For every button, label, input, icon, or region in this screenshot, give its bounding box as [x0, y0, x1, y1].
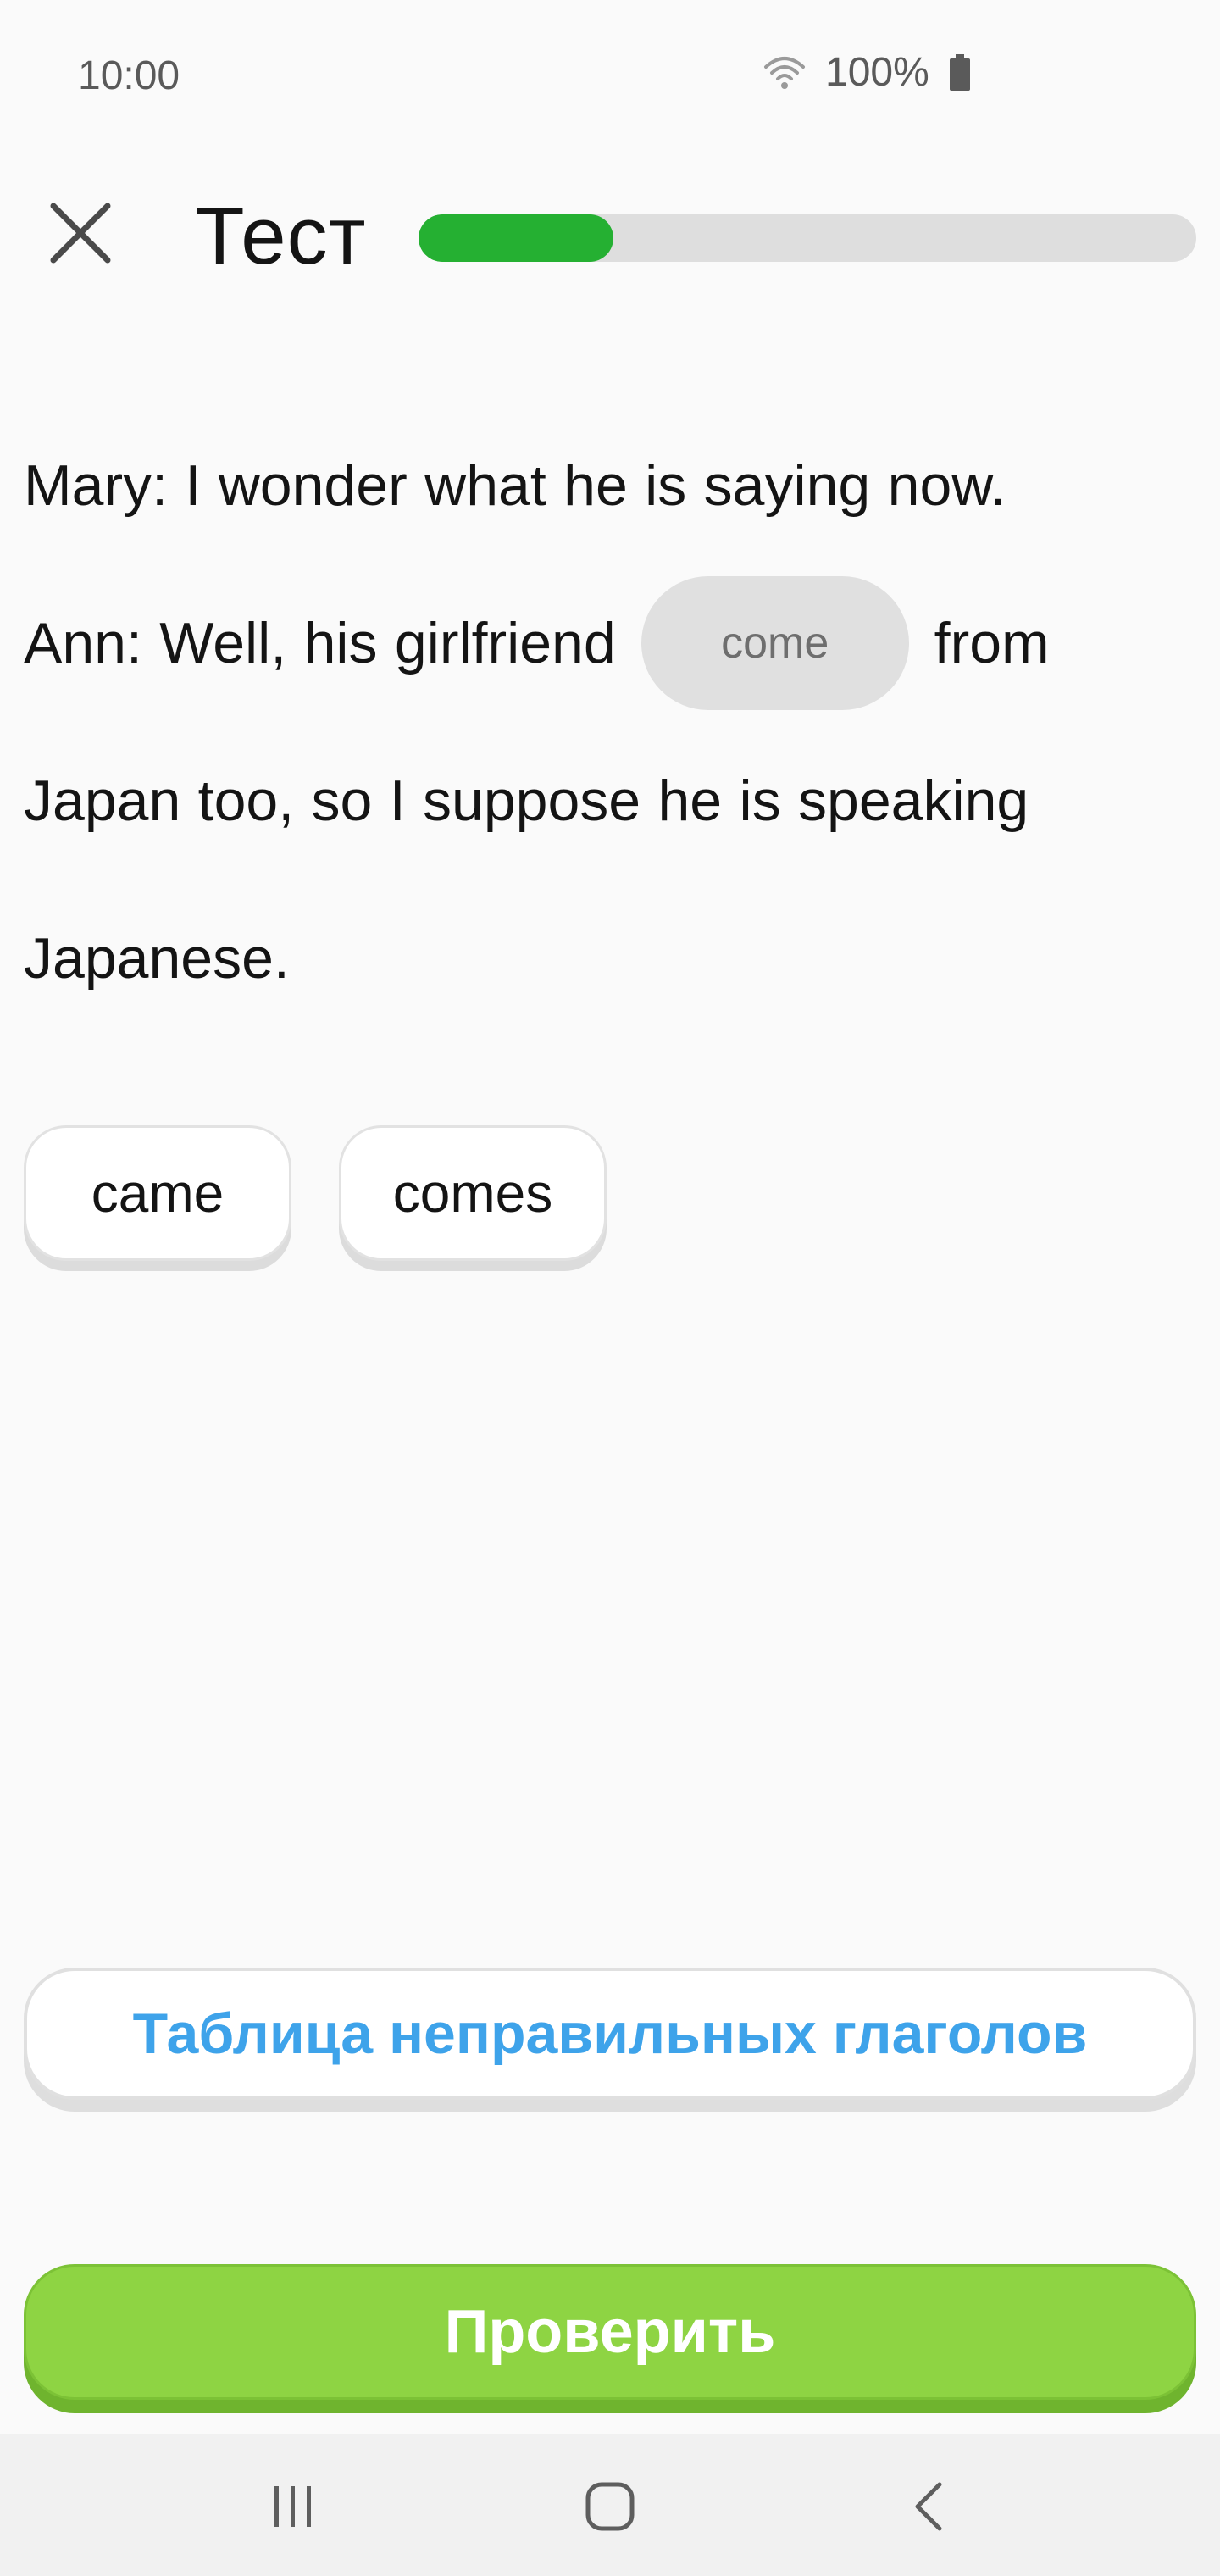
progress-fill — [419, 214, 613, 262]
status-indicators: 100% — [762, 49, 972, 96]
question-word: so — [311, 769, 373, 833]
question-word: Well, — [159, 611, 287, 675]
question-word: he — [657, 769, 723, 833]
question-word: saying — [703, 453, 871, 518]
question-word: speaking — [798, 769, 1029, 833]
question-word: now. — [887, 453, 1006, 518]
back-button[interactable] — [878, 2471, 979, 2542]
question-word: Japanese. — [24, 926, 290, 991]
check-button[interactable]: Проверить — [24, 2264, 1196, 2400]
question-word: I — [389, 769, 406, 833]
question-line: Ann: Well, his girlfriend come from — [24, 564, 1201, 722]
question-word: his — [303, 611, 378, 675]
question-segment: Ann: Well, his girlfriend — [24, 610, 616, 676]
question-line: Mary: Iwonder what he is saying now. — [24, 407, 1201, 564]
home-icon — [585, 2482, 635, 2531]
status-time: 10:00 — [78, 53, 180, 98]
test-screen: 10:00 100% Тест Mary: I wonder what he i… — [0, 0, 1220, 2576]
irregular-verbs-button[interactable]: Таблица неправильных глаголов — [24, 1968, 1196, 2100]
battery-level: 100% — [825, 50, 929, 95]
question-word: I — [185, 453, 202, 518]
home-button[interactable] — [559, 2471, 661, 2542]
question-line: Japanese. — [24, 880, 1201, 1037]
battery-icon — [948, 53, 972, 92]
question-word: Ann: — [24, 611, 142, 675]
answer-blank[interactable]: come — [640, 576, 909, 710]
answer-options: came comes — [24, 1125, 607, 1261]
option-comes[interactable]: comes — [339, 1125, 607, 1261]
question-word: Mary: — [24, 453, 168, 518]
question-word: wonder — [218, 453, 408, 518]
question-word: Japan — [24, 769, 181, 833]
question-word: suppose — [423, 769, 641, 833]
question-word: he — [563, 453, 628, 518]
question-word: from — [934, 611, 1050, 675]
question-word: too, — [197, 769, 295, 833]
navigation-bar — [0, 2434, 1220, 2576]
status-bar: 10:00 100% — [0, 0, 1220, 156]
close-icon — [50, 203, 111, 264]
header: Тест — [0, 169, 1220, 297]
question-word: what — [424, 453, 546, 518]
question-word: is — [739, 769, 781, 833]
recent-apps-icon — [274, 2486, 311, 2527]
progress-bar — [419, 214, 1196, 262]
page-title: Тест — [195, 191, 367, 281]
question-line: Japan too, so Isuppose he is speaking — [24, 722, 1201, 880]
question-text: Mary: Iwonder what he is saying now. Ann: Well,… — [24, 407, 1201, 1037]
question-word: is — [645, 453, 687, 518]
question-word: girlfriend — [394, 611, 616, 675]
back-icon — [915, 2482, 942, 2531]
close-button[interactable] — [34, 186, 127, 280]
recent-apps-button[interactable] — [242, 2471, 344, 2542]
option-came[interactable]: came — [24, 1125, 291, 1261]
question-segment: from — [934, 610, 1050, 676]
wifi-icon — [762, 55, 807, 91]
